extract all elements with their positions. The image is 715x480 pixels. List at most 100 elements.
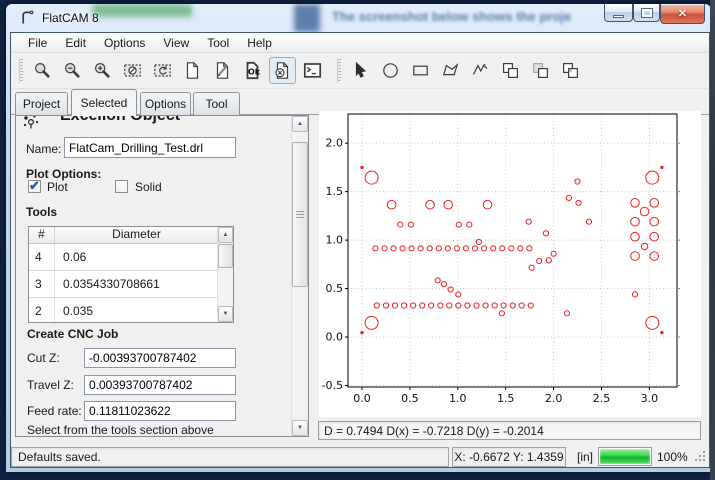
tool-row[interactable]: 30.0354330708661 xyxy=(29,271,233,298)
drill-hole-marker xyxy=(365,171,378,184)
progress-percent: 100% xyxy=(657,450,688,464)
scroll-thumb[interactable] xyxy=(292,142,308,287)
drill-hole-marker xyxy=(650,252,659,261)
drill-hole-marker xyxy=(661,166,663,168)
tool-number: 2 xyxy=(29,298,55,323)
svg-text:2.0: 2.0 xyxy=(326,137,344,150)
drill-hole-marker xyxy=(448,287,453,292)
feed-rate-input[interactable] xyxy=(84,401,236,421)
drill-hole-marker xyxy=(575,179,580,184)
svg-text:2.5: 2.5 xyxy=(593,392,611,405)
clear-plot-button[interactable] xyxy=(119,57,146,84)
edit-file-button[interactable] xyxy=(209,57,236,84)
menu-help[interactable]: Help xyxy=(238,34,281,52)
new-file-button[interactable] xyxy=(179,57,206,84)
drill-hole-marker xyxy=(467,222,472,227)
plot-checkbox-label: Plot xyxy=(47,180,68,194)
svg-text:2.0: 2.0 xyxy=(545,392,563,405)
name-input[interactable] xyxy=(64,137,236,158)
client-area: FileEditOptionsViewToolHelp Ok ProjectSe… xyxy=(10,32,710,468)
drill-hole-marker xyxy=(420,303,425,308)
drill-hole-marker xyxy=(661,331,663,333)
solid-checkbox[interactable] xyxy=(115,180,128,193)
tab-tool[interactable]: Tool xyxy=(193,92,240,115)
delete-file-icon xyxy=(273,61,292,80)
thumb-grip xyxy=(296,211,304,218)
zoom-out-button[interactable] xyxy=(59,57,86,84)
scroll-up-icon[interactable]: ▲ xyxy=(218,227,233,243)
title-bar[interactable]: The screenshot below shows the proje Fla… xyxy=(6,4,711,32)
polygon-tool-button[interactable] xyxy=(437,57,464,84)
background-window-edge xyxy=(710,0,715,480)
pointer-button[interactable] xyxy=(347,57,374,84)
shell-button[interactable] xyxy=(299,57,326,84)
zoom-in-icon xyxy=(93,61,112,80)
menu-options[interactable]: Options xyxy=(95,34,154,52)
polygon-tool-icon xyxy=(441,61,460,80)
cnc-heading: Create CNC Job xyxy=(27,327,118,341)
drill-hole-marker xyxy=(373,246,378,251)
union-tool-button[interactable] xyxy=(497,57,524,84)
menu-file[interactable]: File xyxy=(19,34,56,52)
flatcam-app-icon xyxy=(20,10,36,26)
tool-number: 3 xyxy=(29,271,55,297)
drill-hole-marker xyxy=(438,303,443,308)
toolbar-drag-handle[interactable] xyxy=(19,59,23,83)
zoom-in-button[interactable] xyxy=(89,57,116,84)
rect-tool-button[interactable] xyxy=(407,57,434,84)
screen: { "window": { "title": "FlatCAM 8", "gla… xyxy=(0,0,715,480)
menu-view[interactable]: View xyxy=(154,34,198,52)
tab-options[interactable]: Options xyxy=(140,92,191,115)
menu-edit[interactable]: Edit xyxy=(56,34,95,52)
drill-hole-marker xyxy=(382,246,387,251)
zoom-fit-button[interactable] xyxy=(29,57,56,84)
tool-row[interactable]: 40.06 xyxy=(29,244,233,271)
drill-hole-marker xyxy=(510,303,515,308)
scroll-thumb[interactable] xyxy=(218,244,233,268)
excellon-object-icon xyxy=(22,116,40,131)
close-button[interactable]: ✕ xyxy=(660,4,705,24)
tools-table-scrollbar[interactable]: ▲ ▼ xyxy=(217,227,233,322)
menu-tool[interactable]: Tool xyxy=(198,34,238,52)
status-message: Defaults saved. xyxy=(18,450,101,464)
intersect-tool-button[interactable] xyxy=(557,57,584,84)
replot-button[interactable] xyxy=(149,57,176,84)
minimize-button[interactable] xyxy=(604,4,633,22)
plot-canvas[interactable]: 0.00.51.01.52.02.53.0-0.50.00.51.01.52.0 xyxy=(319,111,701,417)
cnc-hint: Select from the tools section above xyxy=(27,423,214,437)
drill-hole-marker xyxy=(427,246,432,251)
tool-row[interactable]: 20.035 xyxy=(29,298,233,323)
travel-z-input[interactable] xyxy=(84,375,236,395)
tool-diameter: 0.0354330708661 xyxy=(55,277,160,291)
subtract-tool-button[interactable] xyxy=(527,57,554,84)
drill-hole-marker xyxy=(463,246,468,251)
tab-selected[interactable]: Selected xyxy=(71,89,137,116)
drill-hole-marker xyxy=(640,207,649,216)
drill-hole-marker xyxy=(481,246,486,251)
drill-hole-marker xyxy=(631,217,640,226)
scroll-down-icon[interactable]: ▼ xyxy=(218,306,233,322)
toolbar-drag-handle[interactable] xyxy=(337,59,341,83)
drill-hole-marker xyxy=(447,303,452,308)
maximize-button[interactable] xyxy=(633,4,660,22)
plot-checkbox[interactable] xyxy=(28,180,41,193)
polyline-tool-button[interactable] xyxy=(467,57,494,84)
svg-text:-0.5: -0.5 xyxy=(322,379,343,392)
panel-scrollbar[interactable]: ▲ ▼ xyxy=(291,116,308,436)
scroll-down-icon[interactable]: ▼ xyxy=(292,420,308,436)
circle-tool-button[interactable] xyxy=(377,57,404,84)
svg-text:0.5: 0.5 xyxy=(401,392,419,405)
maximize-icon xyxy=(642,9,652,17)
drill-hole-marker xyxy=(374,303,379,308)
subtract-tool-icon xyxy=(531,61,550,80)
ok-file-button[interactable]: Ok xyxy=(239,57,266,84)
delete-file-button[interactable] xyxy=(269,57,296,84)
name-label: Name: xyxy=(26,142,61,156)
drill-hole-marker xyxy=(409,246,414,251)
tab-project[interactable]: Project xyxy=(15,92,68,115)
resize-grip[interactable] xyxy=(693,449,707,463)
drill-plot[interactable]: 0.00.51.01.52.02.53.0-0.50.00.51.01.52.0 xyxy=(319,111,701,417)
drill-hole-marker xyxy=(436,246,441,251)
cut-z-input[interactable] xyxy=(84,348,236,368)
scroll-up-icon[interactable]: ▲ xyxy=(292,116,308,132)
